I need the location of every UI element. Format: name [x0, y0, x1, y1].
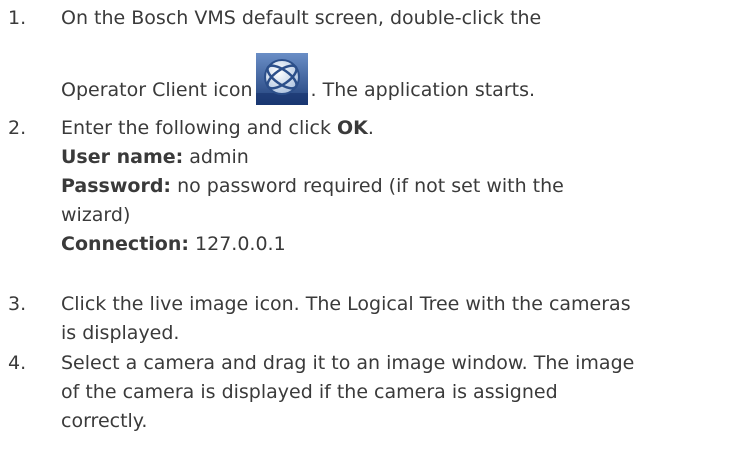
step-number: 2. [8, 117, 27, 139]
field-label: Connection: [61, 233, 189, 255]
field-value: admin [183, 146, 249, 168]
step-text: is displayed. [61, 322, 180, 344]
step-number: 4. [8, 352, 27, 374]
instruction-steps: 1. On the Bosch VMS default screen, doub… [0, 0, 751, 462]
step-body: On the Bosch VMS default screen, double-… [61, 4, 751, 105]
password-entry: Password: no password required (if not s… [61, 172, 751, 201]
step-text: correctly. [61, 410, 148, 432]
step-number: 3. [8, 293, 27, 315]
step-text: On the Bosch VMS default screen, double-… [61, 7, 542, 29]
step-body: Enter the following and click OK. User n… [61, 114, 751, 259]
connection-entry: Connection: 127.0.0.1 [61, 230, 751, 259]
password-entry-continued: wizard) [61, 204, 131, 226]
field-label: Password: [61, 175, 172, 197]
step-text: Enter the following and click OK. [61, 114, 751, 143]
step-text: of the camera is displayed if the camera… [61, 381, 558, 403]
step-body: Click the live image icon. The Logical T… [61, 290, 751, 348]
step-text: Select a camera and drag it to an image … [61, 352, 635, 374]
step-text: Click the live image icon. The Logical T… [61, 293, 631, 315]
user-name-entry: User name: admin [61, 143, 751, 172]
operator-client-icon [255, 53, 308, 105]
field-value: no password required (if not set with th… [171, 175, 564, 197]
step-text: Operator Client icon [61, 79, 253, 101]
step-text: . The application starts. [310, 79, 536, 101]
step-number: 1. [8, 7, 27, 29]
field-label: User name: [61, 146, 184, 168]
field-value: 127.0.0.1 [188, 233, 286, 255]
ok-label: OK [337, 117, 368, 139]
step-text-with-icon: Operator Client icon . The application s… [61, 53, 751, 105]
step-text-part: Enter the following and click [61, 117, 337, 139]
step-body: Select a camera and drag it to an image … [61, 349, 751, 436]
step-text-part: . [367, 117, 374, 139]
